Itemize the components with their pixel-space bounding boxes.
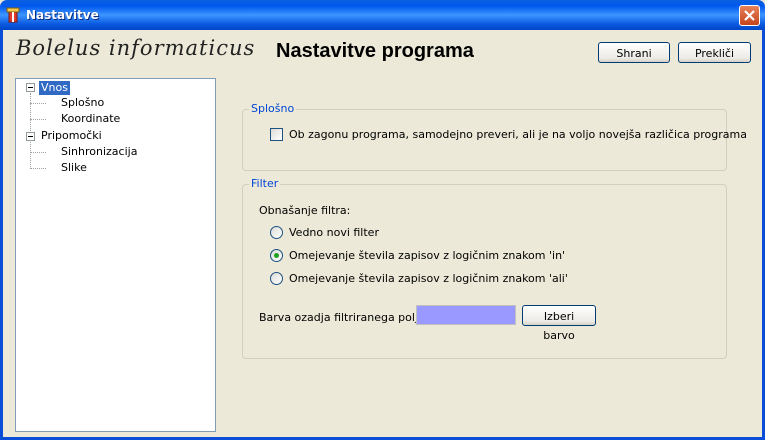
tree-line bbox=[30, 142, 31, 169]
tree-item-koordinate[interactable]: Koordinate bbox=[61, 112, 120, 126]
bg-color-label: Barva ozadja filtriranega polja: bbox=[259, 311, 429, 324]
filter-behavior-label: Obnašanje filtra: bbox=[259, 204, 351, 217]
tree-line bbox=[30, 119, 46, 120]
filter-group-legend: Filter bbox=[249, 177, 281, 190]
tree-line bbox=[30, 93, 31, 137]
window-frame-left bbox=[0, 30, 3, 440]
check-update-label[interactable]: Ob zagonu programa, samodejno preveri, a… bbox=[289, 128, 747, 141]
filter-option-new-label[interactable]: Vedno novi filter bbox=[289, 226, 379, 239]
settings-tree[interactable]: Vnos Splošno Koordinate Pripomočki Sinhr… bbox=[15, 78, 216, 432]
page-title: Nastavitve programa bbox=[276, 40, 474, 62]
tree-item-vnos[interactable]: Vnos bbox=[39, 81, 70, 95]
window-title: Nastavitve bbox=[26, 8, 99, 22]
save-button[interactable]: Shrani bbox=[598, 42, 670, 63]
general-group-legend: Splošno bbox=[249, 102, 297, 115]
filter-option-and-radio[interactable] bbox=[270, 249, 283, 262]
check-update-checkbox[interactable] bbox=[270, 128, 283, 141]
tree-line bbox=[30, 168, 46, 169]
collapse-toggle-pripomocki[interactable] bbox=[26, 132, 35, 141]
filter-option-and-label[interactable]: Omejevanje števila zapisov z logičnim zn… bbox=[289, 249, 565, 262]
filter-option-or-radio[interactable] bbox=[270, 272, 283, 285]
collapse-toggle-vnos[interactable] bbox=[26, 83, 35, 92]
title-bar[interactable]: Nastavitve bbox=[0, 0, 765, 30]
close-button[interactable] bbox=[739, 5, 760, 26]
bg-color-swatch bbox=[416, 305, 516, 325]
app-icon bbox=[6, 7, 20, 23]
tree-item-splosno[interactable]: Splošno bbox=[61, 96, 104, 110]
tree-line bbox=[30, 103, 46, 104]
tree-item-sinhronizacija[interactable]: Sinhronizacija bbox=[61, 145, 137, 159]
brand-logo: Bolelus informaticus bbox=[16, 36, 256, 60]
close-icon bbox=[744, 10, 755, 21]
choose-color-button[interactable]: Izberi barvo bbox=[522, 305, 596, 342]
tree-line bbox=[30, 152, 46, 153]
filter-option-new-radio[interactable] bbox=[270, 226, 283, 239]
cancel-button[interactable]: Prekliči bbox=[678, 42, 751, 63]
tree-item-pripomocki[interactable]: Pripomočki bbox=[41, 129, 102, 143]
tree-item-slike[interactable]: Slike bbox=[61, 161, 87, 175]
filter-option-or-label[interactable]: Omejevanje števila zapisov z logičnim zn… bbox=[289, 272, 568, 285]
